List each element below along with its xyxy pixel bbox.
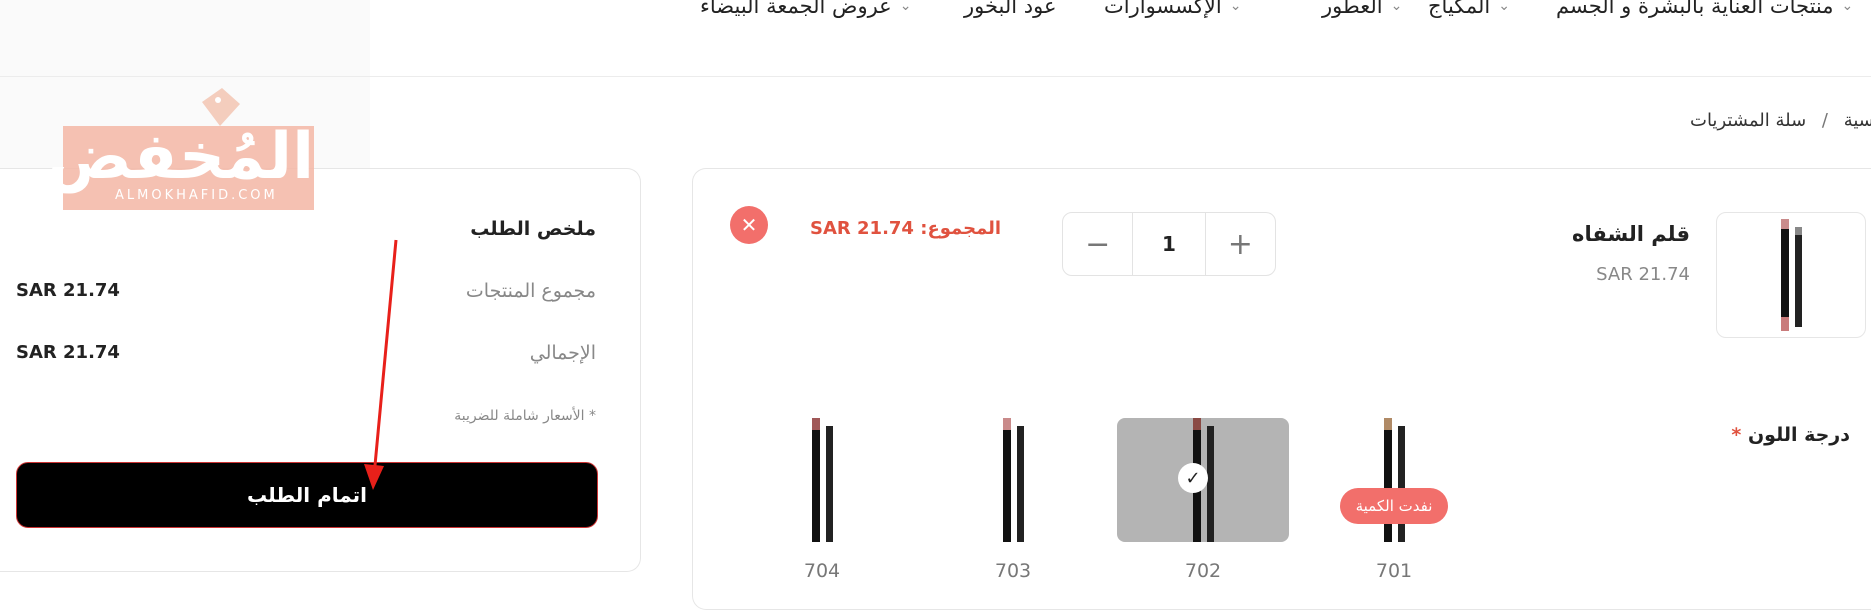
quantity-stepper: − 1 + (1062, 212, 1276, 276)
order-summary-title: ملخص الطلب (470, 218, 596, 240)
breadcrumb-separator: / (1821, 110, 1828, 131)
logo-text: المُخفض (45, 120, 314, 194)
nav-item-white-friday[interactable]: ⌄ عروض الجمعة البيضاء (700, 0, 911, 18)
lip-pencil-image (812, 418, 833, 542)
nav-item-label: العطور (1322, 0, 1383, 18)
chevron-down-icon: ⌄ (1229, 0, 1242, 14)
required-mark: * (1731, 424, 1742, 446)
quantity-value[interactable]: 1 (1132, 213, 1206, 275)
logo-subtext: ALMOKHAFID.COM (115, 188, 278, 203)
out-of-stock-badge: نفدت الكمية (1340, 488, 1448, 524)
item-total-label: المجموع: (920, 218, 1002, 239)
shade-code: 704 (803, 560, 841, 582)
shade-code: 702 (1184, 560, 1222, 582)
increase-quantity-button[interactable]: + (1206, 213, 1275, 275)
chevron-down-icon: ⌄ (1390, 0, 1403, 14)
nav-item-label: عروض الجمعة البيضاء (700, 0, 892, 18)
chevron-down-icon: ⌄ (1841, 0, 1854, 14)
product-name[interactable]: قلم الشفاه (1530, 222, 1690, 246)
breadcrumb-home[interactable]: الرئيسية (1844, 110, 1871, 131)
decrease-quantity-button[interactable]: − (1063, 213, 1132, 275)
lip-pencil-image (1781, 219, 1802, 331)
item-total: المجموع: SAR 21.74 (810, 218, 1001, 239)
total-label: الإجمالي (529, 342, 596, 364)
top-navigation: ⌄ منتجات العناية بالبشرة و الجسم ⌄ المكي… (0, 0, 1871, 77)
shade-code: 701 (1375, 560, 1413, 582)
nav-item-label: الإكسسوارات (1104, 0, 1222, 18)
shade-swatch-703[interactable] (927, 418, 1099, 542)
total-value: SAR 21.74 (16, 342, 120, 363)
nav-item-accessories[interactable]: ⌄ الإكسسوارات (1104, 0, 1241, 18)
minus-icon: − (1085, 226, 1111, 262)
nav-item-label: منتجات العناية بالبشرة و الجسم (1556, 0, 1834, 18)
annotation-arrow (364, 239, 398, 490)
nav-item-label: المكياج (1428, 0, 1491, 18)
tax-note: * الأسعار شاملة للضريبة (454, 408, 596, 424)
nav-item-incense[interactable]: عود البخور (964, 0, 1057, 18)
nav-item-label: عود البخور (964, 0, 1057, 18)
product-price: SAR 21.74 (1596, 264, 1690, 285)
shade-code: 703 (994, 560, 1032, 582)
close-icon: ✕ (740, 213, 758, 237)
item-total-value: SAR 21.74 (810, 218, 914, 239)
chevron-down-icon: ⌄ (1498, 0, 1510, 14)
nav-item-perfumes[interactable]: ⌄ العطور (1322, 0, 1402, 18)
shade-label-text: درجة اللون (1747, 424, 1850, 446)
subtotal-label: مجموع المنتجات (465, 280, 596, 302)
subtotal-value: SAR 21.74 (16, 280, 120, 301)
checkout-button[interactable]: اتمام الطلب (16, 462, 598, 528)
product-thumbnail[interactable] (1716, 212, 1866, 338)
remove-item-button[interactable]: ✕ (730, 206, 768, 244)
check-icon: ✓ (1178, 463, 1208, 493)
breadcrumb: الرئيسية / سلة المشتريات (1690, 110, 1871, 131)
chevron-down-icon: ⌄ (899, 0, 912, 14)
shade-label: درجة اللون * (1690, 424, 1850, 446)
plus-icon: + (1227, 226, 1253, 262)
lip-pencil-image (1003, 418, 1024, 542)
shade-swatch-704[interactable] (736, 418, 908, 542)
breadcrumb-current: سلة المشتريات (1690, 110, 1807, 131)
nav-item-skincare[interactable]: ⌄ منتجات العناية بالبشرة و الجسم (1556, 0, 1853, 18)
nav-item-makeup[interactable]: ⌄ المكياج (1428, 0, 1510, 18)
